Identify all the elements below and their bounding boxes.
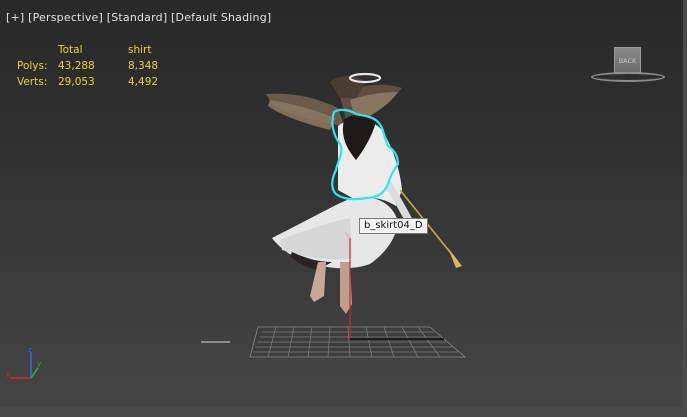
axis-y-label: y [37, 360, 41, 368]
axis-z-label: z [28, 346, 32, 354]
viewcube[interactable]: BACK [591, 44, 665, 84]
home-grid [249, 326, 467, 358]
viewcube-compass-ring[interactable] [591, 72, 665, 82]
angel-body [272, 114, 418, 314]
object-name-tooltip: b_skirt04_D [359, 218, 428, 234]
axis-x-label: x [6, 371, 10, 379]
angel-wings [266, 76, 402, 130]
viewcube-face-back[interactable]: BACK [614, 47, 641, 73]
3d-viewport[interactable]: [+] [Perspective] [Standard] [Default Sh… [0, 0, 687, 417]
axis-y-line [30, 367, 39, 379]
axis-tripod: z x y [6, 346, 41, 379]
scene-render[interactable] [0, 0, 687, 417]
